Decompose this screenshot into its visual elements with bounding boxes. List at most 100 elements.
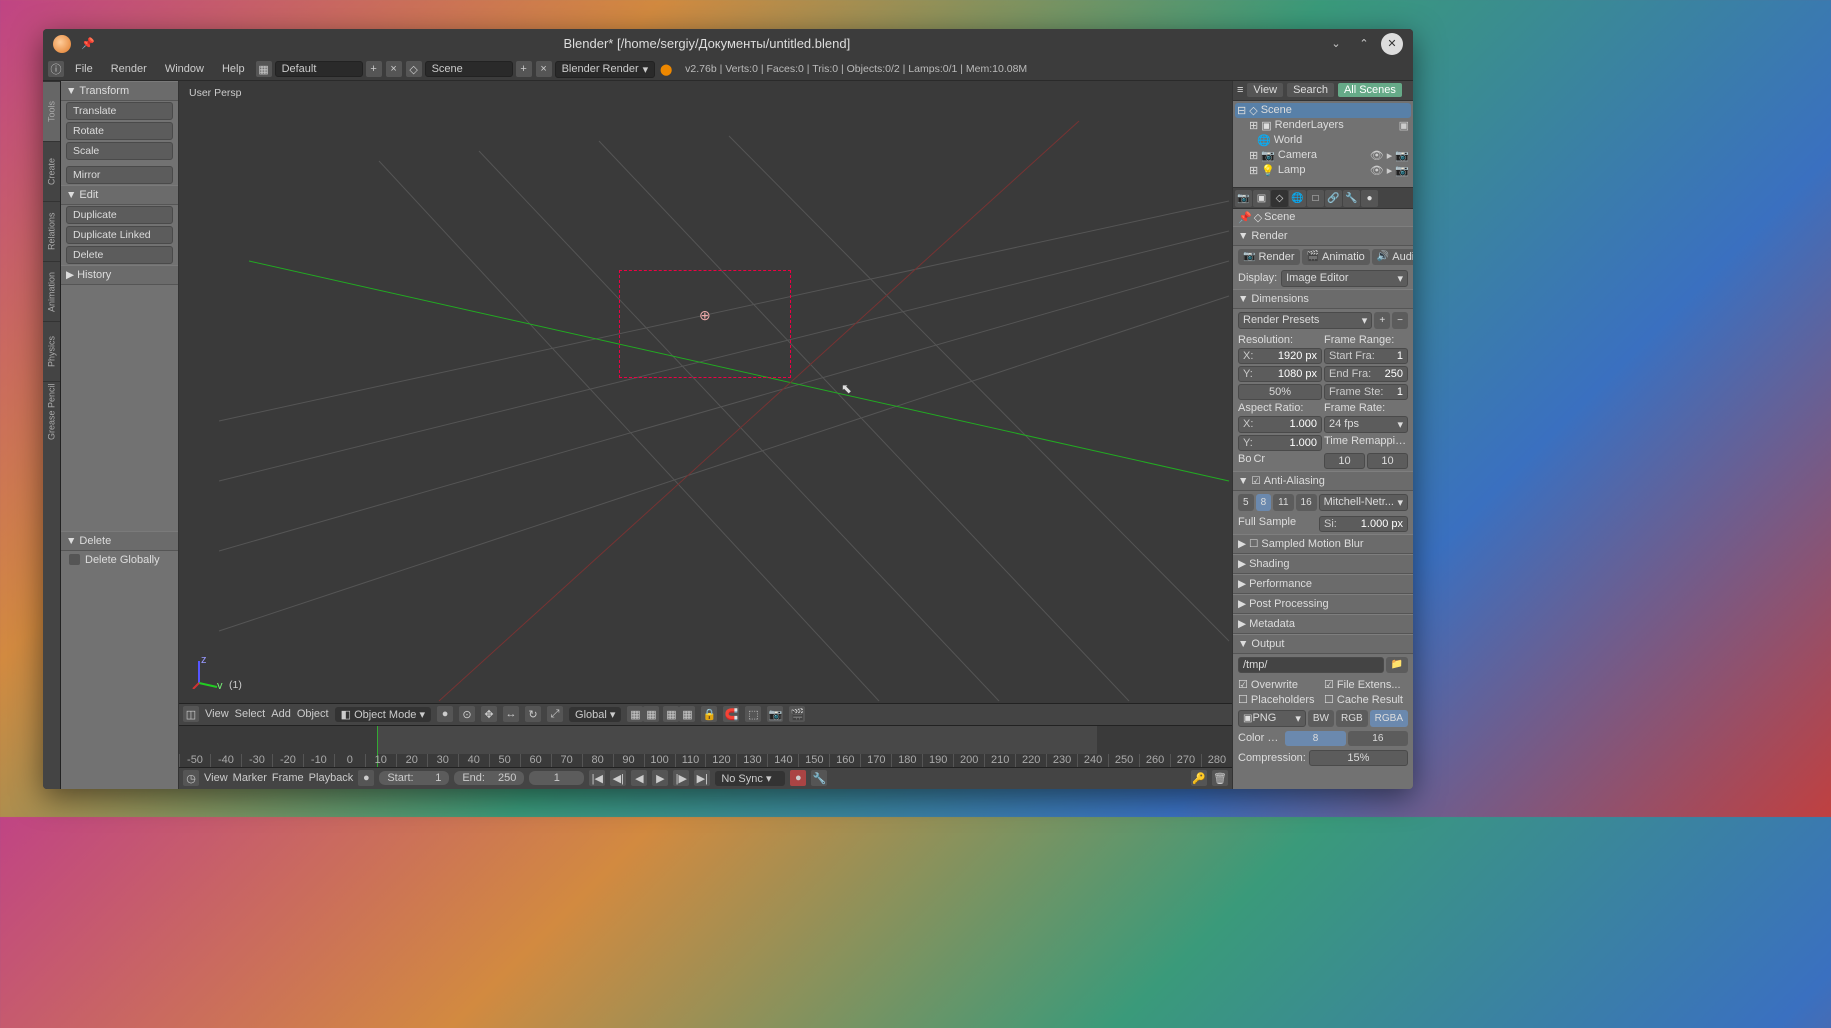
res-y-field[interactable]: Y:1080 px [1238,366,1322,382]
menu-file[interactable]: File [67,61,101,77]
manipulator-icon[interactable]: ✥ [481,706,497,722]
3d-viewport[interactable]: User Persp ⊕ ⬉ z y (1) [179,81,1232,703]
aa-16[interactable]: 16 [1296,494,1317,511]
transform-header[interactable]: ▼ Transform [61,81,178,101]
timeremap-new[interactable]: 10 [1367,453,1408,469]
shading-header[interactable]: ▶ Shading [1233,554,1413,574]
outliner[interactable]: ⊟◇Scene ⊞▣RenderLayers▣ 🌐World ⊞📷Camera👁… [1233,101,1413,187]
lock-camera-icon[interactable]: 🔒 [701,706,717,722]
render-preview-icon[interactable]: 📷 [767,706,783,722]
jump-end-icon[interactable]: ▶| [694,770,710,786]
properties-body[interactable]: 📌◇Scene ▼ Render 📷Render 🎬Animatio 🔊Audi… [1233,209,1413,789]
metadata-header[interactable]: ▶ Metadata [1233,614,1413,634]
tab-world-icon[interactable]: 🌐 [1289,190,1306,207]
render-anim-button[interactable]: 🎬Animatio [1302,249,1370,265]
snap-target-icon[interactable]: ⬚ [745,706,761,722]
format-dropdown[interactable]: ▣ PNG▾ [1238,710,1306,727]
render-audio-button[interactable]: 🔊Audio [1372,249,1413,265]
dimensions-header[interactable]: ▼ Dimensions [1233,289,1413,309]
file-browser-icon[interactable]: 📁 [1386,657,1408,673]
start-frame-field[interactable]: Start:1 [379,771,449,785]
orientation-dropdown[interactable]: Global ▾ [569,707,621,722]
color-rgb[interactable]: RGB [1336,710,1368,727]
end-frame-prop[interactable]: End Fra:250 [1324,366,1408,382]
outliner-scene[interactable]: ⊟◇Scene [1235,103,1411,118]
res-percent-field[interactable]: 50% [1238,384,1322,400]
tab-modifiers-icon[interactable]: 🔧 [1343,190,1360,207]
outliner-search-btn[interactable]: Search [1287,83,1334,97]
delete-button[interactable]: Delete [66,246,173,264]
tab-create[interactable]: Create [43,141,60,201]
tab-constraints-icon[interactable]: 🔗 [1325,190,1342,207]
render-presets-dropdown[interactable]: Render Presets▾ [1238,312,1372,329]
editor-type-icon[interactable]: ⓘ [48,61,64,77]
duplicate-button[interactable]: Duplicate [66,206,173,224]
scene-icon[interactable]: ◇ [406,61,422,77]
aspect-x-field[interactable]: X:1.000 [1238,416,1322,433]
color-bw[interactable]: BW [1308,710,1334,727]
add-menu[interactable]: Add [271,708,291,720]
post-processing-header[interactable]: ▶ Post Processing [1233,594,1413,614]
timeremap-old[interactable]: 10 [1324,453,1365,469]
current-frame-field[interactable]: 1 [529,771,584,785]
menu-window[interactable]: Window [157,61,212,77]
layer-buttons[interactable]: ▦▦ ▦▦ [627,706,695,722]
editor-type-3dview-icon[interactable]: ◫ [183,706,199,722]
history-header[interactable]: ▶ History [61,265,178,285]
tl-frame-menu[interactable]: Frame [272,772,304,784]
object-menu[interactable]: Object [297,708,329,720]
fps-dropdown[interactable]: 24 fps▾ [1324,416,1408,433]
close-button[interactable]: ✕ [1381,33,1403,55]
preset-add-button[interactable]: + [1374,312,1390,329]
tab-animation[interactable]: Animation [43,261,60,321]
prev-keyframe-icon[interactable]: ◀| [610,770,626,786]
overwrite-checkbox[interactable]: ☑ Overwrite [1238,678,1322,691]
tl-view-menu[interactable]: View [204,772,228,784]
manip-rotate-icon[interactable]: ↻ [525,706,541,722]
tab-grease-pencil[interactable]: Grease Pencil [43,381,60,441]
frame-step-field[interactable]: Frame Ste:1 [1324,384,1408,400]
operator-delete-header[interactable]: ▼ Delete [61,531,178,551]
aa-5[interactable]: 5 [1238,494,1254,511]
sync-dropdown[interactable]: No Sync ▾ [715,771,785,786]
tab-relations[interactable]: Relations [43,201,60,261]
outliner-all-scenes-btn[interactable]: All Scenes [1338,83,1402,97]
play-reverse-icon[interactable]: ◀ [631,770,647,786]
color-rgba[interactable]: RGBA [1370,710,1408,727]
view-menu[interactable]: View [205,708,229,720]
keying-set-icon[interactable]: 🔧 [811,770,827,786]
aa-8[interactable]: 8 [1256,494,1272,511]
translate-button[interactable]: Translate [66,102,173,120]
outliner-view-btn[interactable]: View [1247,83,1283,97]
compression-field[interactable]: 15% [1309,750,1408,766]
autokey-icon[interactable]: ● [358,770,374,786]
aspect-y-field[interactable]: Y:1.000 [1238,435,1322,451]
menu-render[interactable]: Render [103,61,155,77]
tl-playback-menu[interactable]: Playback [309,772,354,784]
editor-type-timeline-icon[interactable]: ◷ [183,770,199,786]
full-sample-checkbox[interactable]: Full Sample [1238,516,1317,532]
outliner-renderlayers[interactable]: ⊞▣RenderLayers▣ [1235,118,1411,133]
duplicate-linked-button[interactable]: Duplicate Linked [66,226,173,244]
manip-scale-icon[interactable]: ⤢ [547,706,563,722]
placeholders-checkbox[interactable]: ☐ Placeholders [1238,693,1322,706]
scale-button[interactable]: Scale [66,142,173,160]
select-menu[interactable]: Select [235,708,266,720]
next-keyframe-icon[interactable]: |▶ [673,770,689,786]
shading-solid-icon[interactable]: ● [437,706,453,722]
cache-result-checkbox[interactable]: ☐ Cache Result [1324,693,1408,706]
record-icon[interactable]: ● [790,770,806,786]
depth-8[interactable]: 8 [1285,731,1345,746]
end-frame-field[interactable]: End:250 [454,771,524,785]
display-dropdown[interactable]: Image Editor▾ [1281,270,1408,287]
delete-globally-checkbox[interactable]: Delete Globally [69,554,170,566]
timeline[interactable]: -50-40-30-20-100102030405060708090100110… [179,725,1232,767]
menu-help[interactable]: Help [214,61,253,77]
render-anim-icon[interactable]: 🎬 [789,706,805,722]
add-scene-button[interactable]: + [516,61,532,77]
res-x-field[interactable]: X:1920 px [1238,348,1322,364]
motion-blur-header[interactable]: ▶ ☐ Sampled Motion Blur [1233,534,1413,554]
outliner-camera[interactable]: ⊞📷Camera👁 ▸ 📷 [1235,148,1411,163]
tab-physics[interactable]: Physics [43,321,60,381]
pivot-icon[interactable]: ⊙ [459,706,475,722]
